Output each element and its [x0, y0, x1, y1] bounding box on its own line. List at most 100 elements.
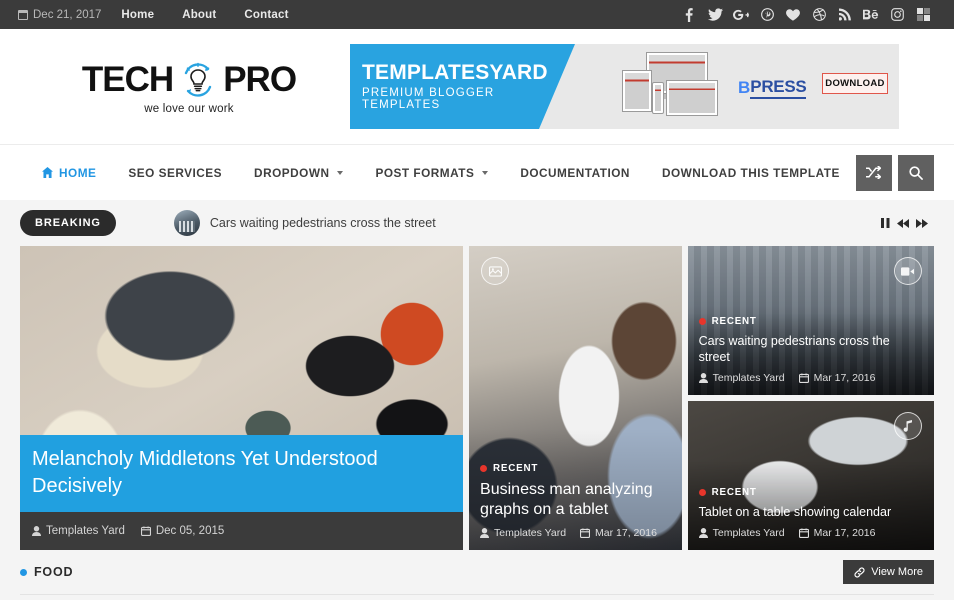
section-header-food: FOOD View More — [20, 550, 934, 594]
nav-item-post-formats-label: Post Formats — [375, 165, 475, 180]
featured-mid-card[interactable]: RECENT Business man analyzing graphs on … — [469, 246, 682, 550]
featured-mid-body: RECENT Business man analyzing graphs on … — [469, 453, 682, 550]
recent-dot-icon — [480, 465, 488, 472]
recent-dot-icon — [698, 317, 706, 325]
banner-blue-panel: TEMPLATESYARD PREMIUM BLOGGER TEMPLATES — [350, 44, 575, 129]
pinterest-icon[interactable] — [754, 0, 780, 29]
featured-mid-label-text: RECENT — [493, 463, 539, 474]
ticker-headline[interactable]: Cars waiting pedestrians cross the stree… — [210, 216, 436, 230]
lightbulb-icon — [177, 59, 219, 101]
nav-item-documentation[interactable]: Documentation — [504, 166, 646, 180]
twitter-icon[interactable] — [702, 0, 728, 29]
calendar-icon — [580, 528, 591, 538]
nav-item-download-template[interactable]: Download This Template — [646, 166, 856, 180]
featured-main-meta: Templates Yard Dec 05, 2015 — [20, 512, 464, 550]
ticker-thumbnail — [173, 210, 200, 236]
user-icon — [698, 528, 708, 538]
site-header: TECH PRO we love our work TEMPLATESYARD … — [0, 29, 954, 144]
section-dot-icon — [20, 568, 27, 576]
search-icon[interactable] — [897, 154, 934, 191]
bloglovin-heart-icon[interactable] — [780, 0, 806, 29]
top-bar: Dec 21, 2017 Home About Contact — [0, 0, 954, 29]
featured-mid-column: RECENT Business man analyzing graphs on … — [469, 246, 682, 550]
google-plus-icon[interactable] — [728, 0, 754, 29]
featured-side-1-author-label: Templates Yard — [712, 372, 785, 384]
nav-item-home[interactable]: Home — [20, 166, 112, 180]
featured-side-1-title[interactable]: Cars waiting pedestrians cross the stree… — [699, 333, 923, 366]
featured-side-2-title[interactable]: Tablet on a table showing calendar — [699, 504, 923, 520]
video-format-icon — [893, 257, 922, 285]
audio-format-icon — [893, 412, 922, 440]
behance-icon[interactable] — [858, 0, 884, 29]
nav-item-documentation-label: Documentation — [520, 165, 630, 180]
section-title-label: FOOD — [34, 565, 74, 579]
featured-side-card-1[interactable]: RECENT Cars waiting pedestrians cross th… — [687, 246, 934, 396]
logo-text-right: PRO — [223, 59, 297, 99]
featured-side-2-label: RECENT — [698, 486, 923, 498]
instagram-icon[interactable] — [884, 0, 910, 29]
featured-side-2-body: RECENT Tablet on a table showing calenda… — [688, 477, 934, 550]
previous-icon[interactable] — [897, 218, 909, 228]
topnav-home[interactable]: Home — [121, 9, 168, 21]
home-icon — [42, 167, 53, 178]
link-icon — [854, 566, 865, 578]
featured-side-1-date-label: Mar 17, 2016 — [813, 372, 876, 384]
featured-side-1-body: RECENT Cars waiting pedestrians cross th… — [688, 306, 934, 396]
featured-mid-label: RECENT — [480, 463, 671, 474]
featured-side-2-meta: Templates Yard Mar 17, 2016 — [698, 527, 923, 539]
chevron-down-icon — [482, 170, 489, 175]
featured-mid-date: Mar 17, 2016 — [580, 527, 657, 539]
featured-main-card[interactable]: Melancholy Middletons Yet Understood Dec… — [20, 246, 464, 550]
featured-side-2-date: Mar 17, 2016 — [798, 527, 876, 539]
facebook-icon[interactable] — [676, 0, 702, 29]
pause-icon[interactable] — [881, 218, 890, 228]
nav-item-download-template-label: Download This Template — [661, 165, 840, 180]
banner-download-button[interactable]: DOWNLOAD — [822, 73, 888, 94]
featured-main-date: Dec 05, 2015 — [140, 525, 224, 537]
user-icon — [698, 373, 708, 383]
dribbble-icon[interactable] — [806, 0, 832, 29]
view-more-label: View More — [871, 566, 923, 578]
ticker-controls — [881, 218, 934, 228]
bpress-logo: B PRESS — [738, 77, 807, 99]
user-icon — [480, 528, 490, 538]
featured-side-1-meta: Templates Yard Mar 17, 2016 — [698, 372, 923, 384]
featured-side-card-2[interactable]: RECENT Tablet on a table showing calenda… — [687, 401, 934, 550]
featured-side-1-label-text: RECENT — [711, 315, 757, 327]
featured-side-2-label-text: RECENT — [711, 486, 757, 498]
featured-side-1-date: Mar 17, 2016 — [798, 372, 876, 384]
nav-item-home-label: Home — [59, 165, 97, 180]
breaking-badge[interactable]: BREAKING — [20, 210, 116, 236]
breaking-news-ticker: BREAKING Cars waiting pedestrians cross … — [20, 200, 934, 246]
rss-icon[interactable] — [832, 0, 858, 29]
nav-item-seo-services[interactable]: SEO Services — [112, 166, 238, 180]
featured-posts-grid: Melancholy Middletons Yet Understood Dec… — [20, 246, 934, 550]
current-date-label: Dec 21, 2017 — [33, 8, 102, 21]
next-icon[interactable] — [916, 218, 928, 228]
recent-dot-icon — [698, 488, 706, 496]
section-title: FOOD — [20, 565, 73, 579]
topnav-contact[interactable]: Contact — [230, 9, 302, 21]
nav-item-dropdown[interactable]: Dropdown — [238, 166, 359, 180]
site-logo[interactable]: TECH PRO we love our work — [20, 59, 350, 115]
featured-side-1-label: RECENT — [698, 315, 923, 327]
featured-main-title[interactable]: Melancholy Middletons Yet Understood Dec… — [20, 435, 464, 512]
page-content: BREAKING Cars waiting pedestrians cross … — [0, 200, 954, 600]
banner-subtitle: PREMIUM BLOGGER TEMPLATES — [362, 87, 495, 112]
featured-side-2-author-label: Templates Yard — [712, 527, 785, 539]
nav-actions — [855, 154, 942, 191]
image-format-icon — [481, 257, 510, 285]
device-mockups-image — [622, 52, 722, 122]
nav-item-post-formats[interactable]: Post Formats — [359, 166, 504, 180]
featured-side-2-date-label: Mar 17, 2016 — [813, 527, 876, 539]
grid-squares-icon[interactable] — [910, 0, 936, 29]
main-navigation: Home SEO Services Dropdown Post Formats … — [0, 144, 954, 200]
shuffle-icon[interactable] — [855, 154, 892, 191]
calendar-icon — [798, 373, 809, 383]
featured-main-author-label: Templates Yard — [46, 525, 125, 537]
view-more-button[interactable]: View More — [843, 560, 934, 584]
featured-mid-title[interactable]: Business man analyzing graphs on a table… — [480, 480, 671, 520]
advertisement-banner[interactable]: TEMPLATESYARD PREMIUM BLOGGER TEMPLATES … — [350, 44, 899, 129]
topnav-about[interactable]: About — [168, 9, 230, 21]
logo-tagline: we love our work — [144, 102, 234, 115]
